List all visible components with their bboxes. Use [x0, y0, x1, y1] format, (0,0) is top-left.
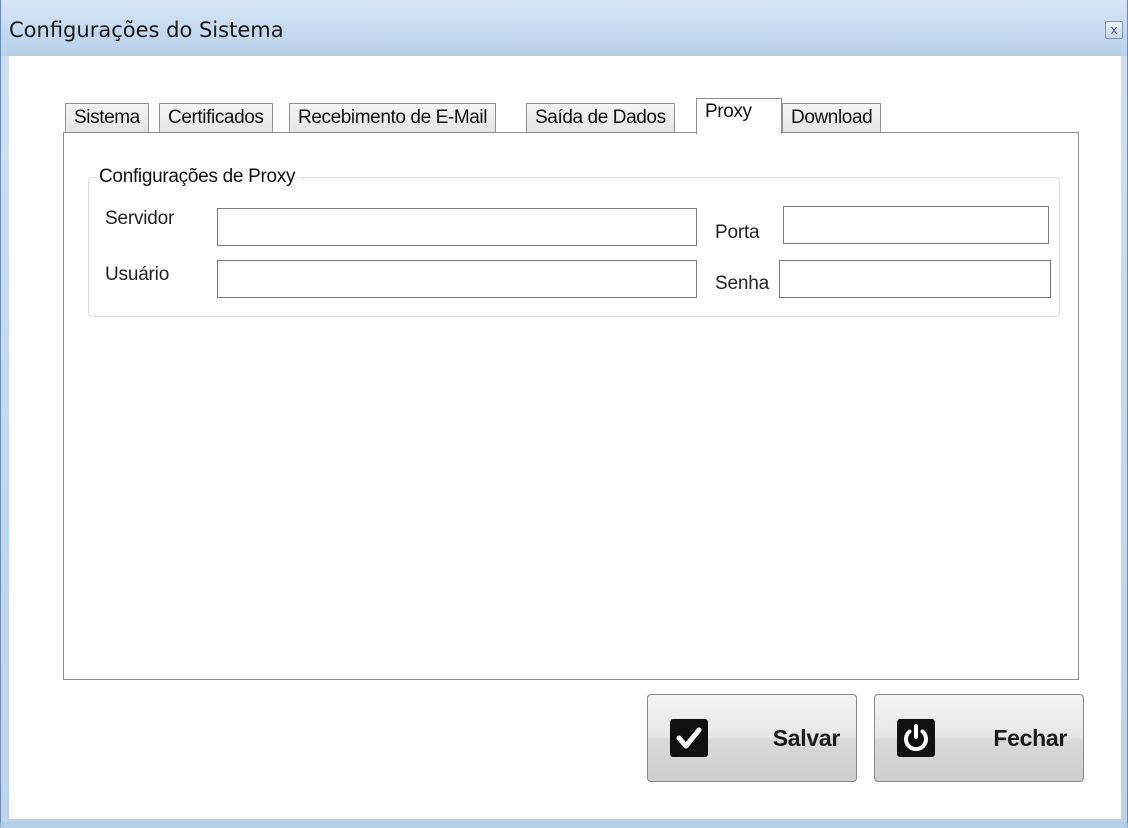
- porta-input[interactable]: [783, 206, 1049, 244]
- settings-window: Configurações do Sistema x Sistema Certi…: [0, 0, 1128, 828]
- senha-label: Senha: [715, 273, 769, 294]
- usuario-input[interactable]: [217, 260, 697, 298]
- power-icon: [897, 719, 935, 757]
- close-button-label: Fechar: [993, 725, 1067, 751]
- tab-certificados[interactable]: Certificados: [159, 103, 273, 133]
- usuario-label: Usuário: [105, 264, 170, 285]
- servidor-label: Servidor: [105, 208, 175, 229]
- senha-input[interactable]: [779, 260, 1051, 298]
- close-button[interactable]: Fechar: [874, 694, 1084, 782]
- save-button-label: Salvar: [772, 725, 841, 751]
- tab-proxy[interactable]: Proxy: [696, 98, 782, 134]
- checkmark-icon: [670, 719, 708, 757]
- window-title: Configurações do Sistema: [9, 18, 284, 42]
- tab-sistema[interactable]: Sistema: [65, 103, 149, 133]
- servidor-input[interactable]: [217, 208, 697, 246]
- window-client-area: Sistema Certificados Recebimento de E-Ma…: [9, 56, 1121, 819]
- tab-panel-proxy: Configurações de Proxy Servidor Porta Us…: [63, 132, 1079, 680]
- window-close-button[interactable]: x: [1105, 21, 1123, 39]
- tab-saida-de-dados[interactable]: Saída de Dados: [526, 103, 675, 133]
- proxy-group-legend: Configurações de Proxy: [97, 166, 300, 188]
- save-button[interactable]: Salvar: [647, 694, 857, 782]
- porta-label: Porta: [715, 222, 760, 243]
- title-bar[interactable]: Configurações do Sistema x: [1, 0, 1127, 56]
- tab-recebimento-de-email[interactable]: Recebimento de E-Mail: [289, 103, 497, 133]
- tab-download[interactable]: Download: [782, 103, 882, 133]
- proxy-settings-group: Configurações de Proxy Servidor Porta Us…: [88, 166, 1060, 317]
